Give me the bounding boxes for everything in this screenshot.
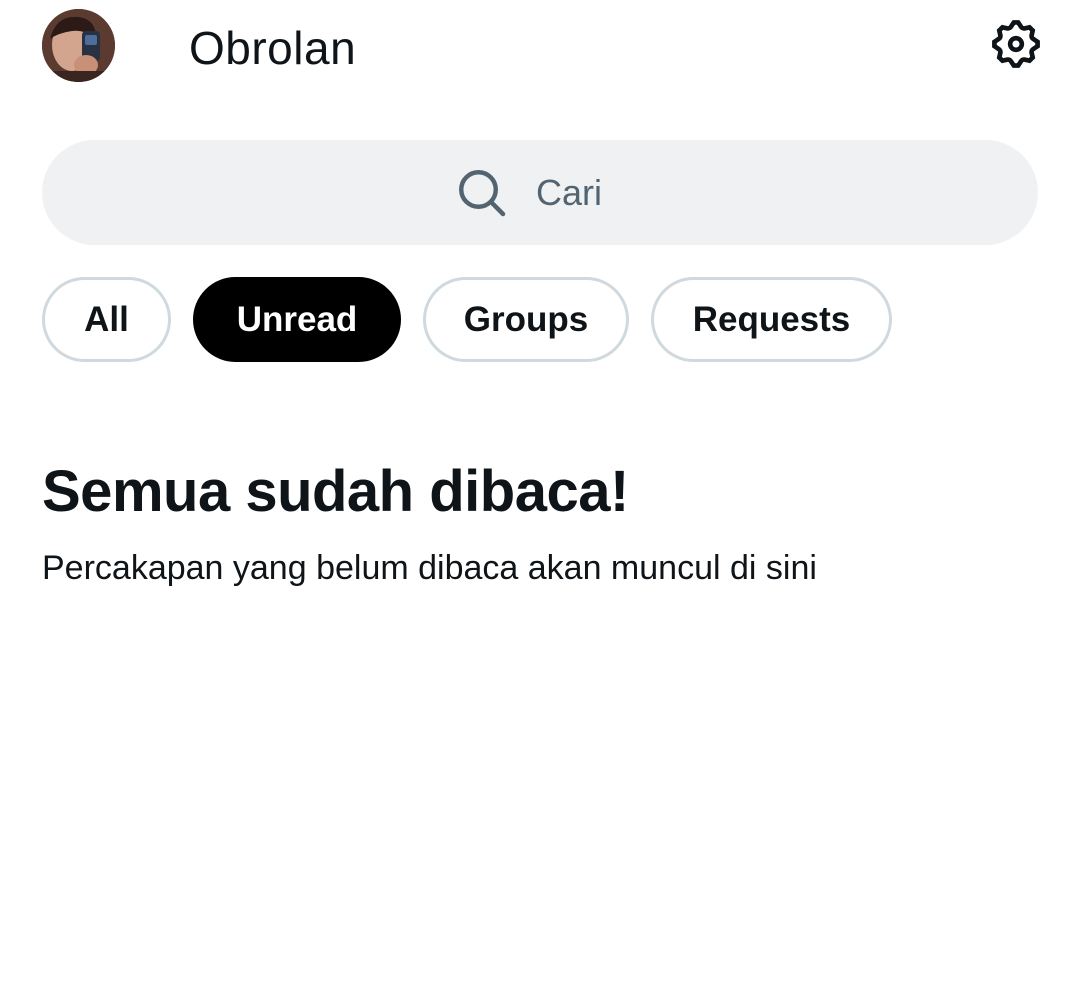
settings-button[interactable] — [986, 14, 1046, 74]
search-bar[interactable] — [42, 140, 1038, 245]
page-title: Obrolan — [189, 22, 357, 74]
empty-state-title: Semua sudah dibaca! — [42, 459, 629, 524]
avatar-photo — [42, 9, 115, 82]
filter-tabs: All Unread Groups Requests — [42, 277, 892, 362]
gear-icon — [992, 20, 1040, 68]
search-icon — [459, 169, 506, 216]
messages-page: Obrolan All Unread Groups Requests Semua… — [0, 0, 1080, 984]
tab-unread[interactable]: Unread — [193, 277, 401, 362]
avatar[interactable] — [42, 9, 115, 82]
empty-state-subtitle: Percakapan yang belum dibaca akan muncul… — [42, 549, 817, 587]
search-input[interactable] — [536, 171, 626, 214]
tab-all[interactable]: All — [42, 277, 171, 362]
top-bar: Obrolan — [0, 0, 1080, 100]
tab-requests[interactable]: Requests — [651, 277, 892, 362]
tab-groups[interactable]: Groups — [423, 277, 629, 362]
